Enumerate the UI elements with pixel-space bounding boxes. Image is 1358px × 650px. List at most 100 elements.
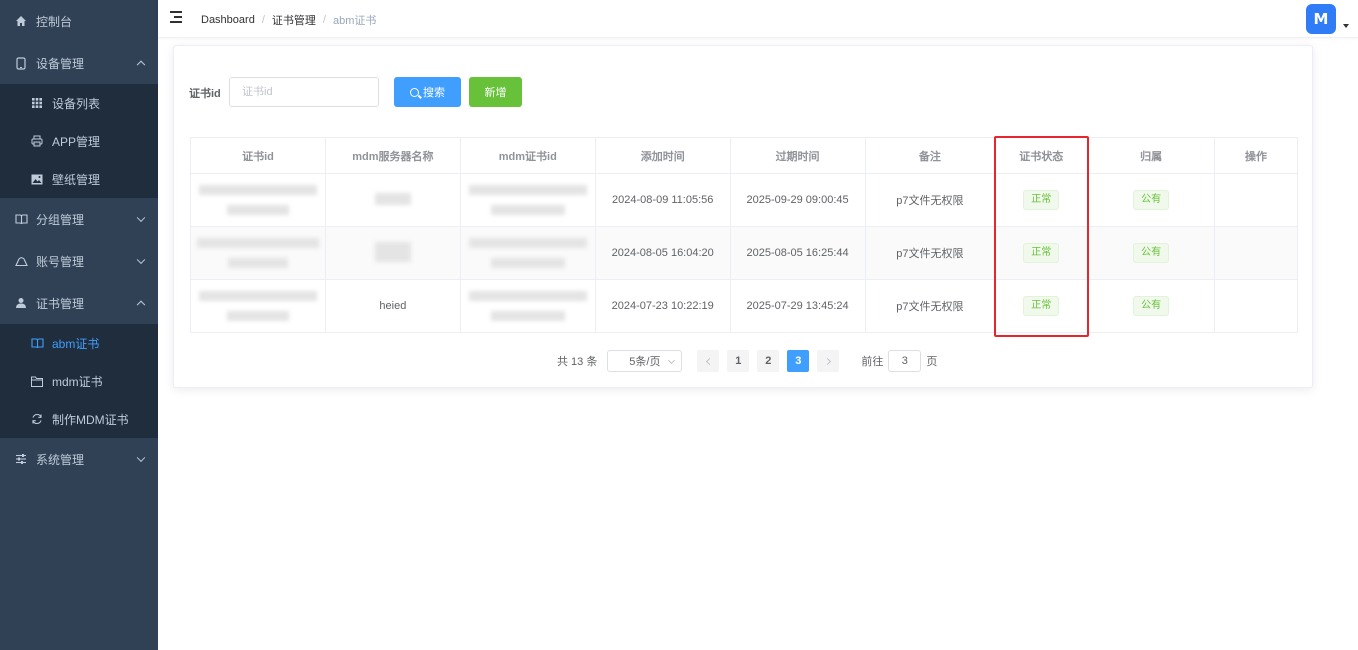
page-size-value: 5条/页 xyxy=(629,356,661,368)
cell-cert-id xyxy=(190,279,326,333)
table-row: 2024-08-09 11:05:56 2025-09-29 09:00:45 … xyxy=(190,173,1298,227)
cert-id-search-input[interactable] xyxy=(229,77,379,107)
cell-cert-id xyxy=(190,173,326,227)
column-header-owner: 归属 xyxy=(1087,137,1216,174)
status-badge: 正常 xyxy=(1023,243,1060,263)
sidebar-item-label: 设备列表 xyxy=(52,96,101,111)
cell-actions xyxy=(1214,279,1298,333)
sidebar-item-certificate-management[interactable]: 证书管理 xyxy=(0,282,158,324)
table-row: heied 2024-07-23 10:22:19 2025-07-29 13:… xyxy=(190,279,1298,333)
submenu-device-management: 设备列表 APP管理 壁纸管理 xyxy=(0,84,158,198)
tablet-icon xyxy=(14,56,28,70)
sidebar: 控制台 设备管理 设备列表 APP管理 壁纸管理 分组管理 账号管理 证书管理 … xyxy=(0,0,158,650)
cell-actions xyxy=(1214,226,1298,280)
pagination-total: 共 13 条 xyxy=(557,356,598,368)
sidebar-item-app-management[interactable]: APP管理 xyxy=(0,122,158,160)
cell-cert-status: 正常 xyxy=(994,226,1089,280)
cell-cert-id xyxy=(190,226,326,280)
add-button-label: 新增 xyxy=(484,87,507,99)
cell-expiry-time: 2025-08-05 16:25:44 xyxy=(729,226,866,280)
sidebar-item-make-mdm-certificate[interactable]: 制作MDM证书 xyxy=(0,400,158,438)
status-badge: 正常 xyxy=(1023,190,1060,210)
column-header-actions: 操作 xyxy=(1214,137,1298,174)
cell-owner: 公有 xyxy=(1087,173,1216,227)
page-button-1[interactable]: 1 xyxy=(727,350,750,372)
sidebar-item-dashboard[interactable]: 控制台 xyxy=(0,0,158,42)
breadcrumb-abm-certificate: abm证书 xyxy=(332,15,377,27)
chevron-down-icon xyxy=(136,213,146,223)
navbar: Dashboard / 证书管理 / abm证书 M xyxy=(158,0,1358,38)
sidebar-item-system-management[interactable]: 系统管理 xyxy=(0,438,158,480)
cell-added-time: 2024-07-23 10:22:19 xyxy=(594,279,731,333)
sidebar-item-label: 证书管理 xyxy=(36,296,85,311)
content-card: 证书id 搜索 新增 证书id mdm服务器名称 mdm证书id 添加时间 过期… xyxy=(173,45,1313,388)
picture-icon xyxy=(30,172,44,186)
sidebar-item-group-management[interactable]: 分组管理 xyxy=(0,198,158,240)
search-icon xyxy=(410,87,419,97)
user-icon xyxy=(14,296,28,310)
jump-page-input[interactable] xyxy=(888,350,922,372)
page-button-2[interactable]: 2 xyxy=(757,350,780,372)
chevron-down-icon xyxy=(668,356,676,365)
sidebar-item-label: 壁纸管理 xyxy=(52,172,101,187)
cell-cert-status: 正常 xyxy=(994,173,1089,227)
sidebar-item-device-management[interactable]: 设备管理 xyxy=(0,42,158,84)
next-page-button[interactable] xyxy=(817,350,840,372)
cell-owner: 公有 xyxy=(1087,226,1216,280)
sidebar-item-account-management[interactable]: 账号管理 xyxy=(0,240,158,282)
cell-mdm-cert-id xyxy=(459,173,596,227)
sidebar-item-label: 账号管理 xyxy=(36,254,85,269)
cell-mdm-server-name xyxy=(324,173,461,227)
sidebar-item-mdm-certificate[interactable]: mdm证书 xyxy=(0,362,158,400)
caret-down-icon[interactable] xyxy=(1343,24,1349,28)
breadcrumb-certificate-management[interactable]: 证书管理 xyxy=(272,12,316,28)
cell-expiry-time: 2025-09-29 09:00:45 xyxy=(729,173,866,227)
home-icon xyxy=(14,14,28,28)
chevron-right-icon xyxy=(823,357,831,365)
cell-remark: p7文件无权限 xyxy=(864,226,996,280)
sidebar-item-label: mdm证书 xyxy=(52,374,103,389)
cell-added-time: 2024-08-09 11:05:56 xyxy=(594,173,731,227)
owner-badge: 公有 xyxy=(1133,190,1170,210)
book-icon xyxy=(14,212,28,226)
column-header-mdm-server-name: mdm服务器名称 xyxy=(324,137,461,174)
table-header-row: 证书id mdm服务器名称 mdm证书id 添加时间 过期时间 备注 证书状态 … xyxy=(190,137,1298,174)
search-button-label: 搜索 xyxy=(423,87,445,99)
search-label: 证书id xyxy=(189,88,221,100)
search-button[interactable]: 搜索 xyxy=(394,77,461,107)
breadcrumb-separator: / xyxy=(261,14,265,26)
column-header-cert-status: 证书状态 xyxy=(994,137,1089,174)
cell-mdm-server-name xyxy=(324,226,461,280)
page-button-3[interactable]: 3 xyxy=(787,350,810,372)
avatar[interactable]: M xyxy=(1306,4,1336,34)
add-button[interactable]: 新增 xyxy=(469,77,522,107)
sidebar-item-abm-certificate[interactable]: abm证书 xyxy=(0,324,158,362)
page-size-select[interactable]: 5条/页 xyxy=(607,350,683,372)
page-jumper: 前往 页 xyxy=(861,350,937,372)
notebook-icon xyxy=(30,336,44,350)
hamburger-menu-icon[interactable] xyxy=(170,11,184,23)
column-header-expiry-time: 过期时间 xyxy=(729,137,866,174)
owner-badge: 公有 xyxy=(1133,296,1170,316)
cell-mdm-cert-id xyxy=(459,226,596,280)
prev-page-button[interactable] xyxy=(697,350,720,372)
sidebar-item-device-list[interactable]: 设备列表 xyxy=(0,84,158,122)
sidebar-item-label: 系统管理 xyxy=(36,452,85,467)
sidebar-item-label: 制作MDM证书 xyxy=(52,412,129,427)
sidebar-item-label: abm证书 xyxy=(52,336,100,351)
sidebar-item-label: 设备管理 xyxy=(36,56,85,71)
cell-remark: p7文件无权限 xyxy=(864,173,996,227)
chevron-up-icon xyxy=(136,60,146,70)
owner-badge: 公有 xyxy=(1133,243,1170,263)
breadcrumb-dashboard[interactable]: Dashboard xyxy=(201,14,255,26)
pagination: 共 13 条 5条/页 1 2 3 前往 页 xyxy=(557,349,937,373)
chevron-down-icon xyxy=(136,453,146,463)
column-header-remark: 备注 xyxy=(864,137,996,174)
column-header-cert-id: 证书id xyxy=(190,137,326,174)
avatar-logo: M xyxy=(1313,10,1329,28)
table-row: 2024-08-05 16:04:20 2025-08-05 16:25:44 … xyxy=(190,226,1298,280)
column-header-added-time: 添加时间 xyxy=(594,137,731,174)
sidebar-item-wallpaper-management[interactable]: 壁纸管理 xyxy=(0,160,158,198)
folder-icon xyxy=(30,374,44,388)
cell-remark: p7文件无权限 xyxy=(864,279,996,333)
